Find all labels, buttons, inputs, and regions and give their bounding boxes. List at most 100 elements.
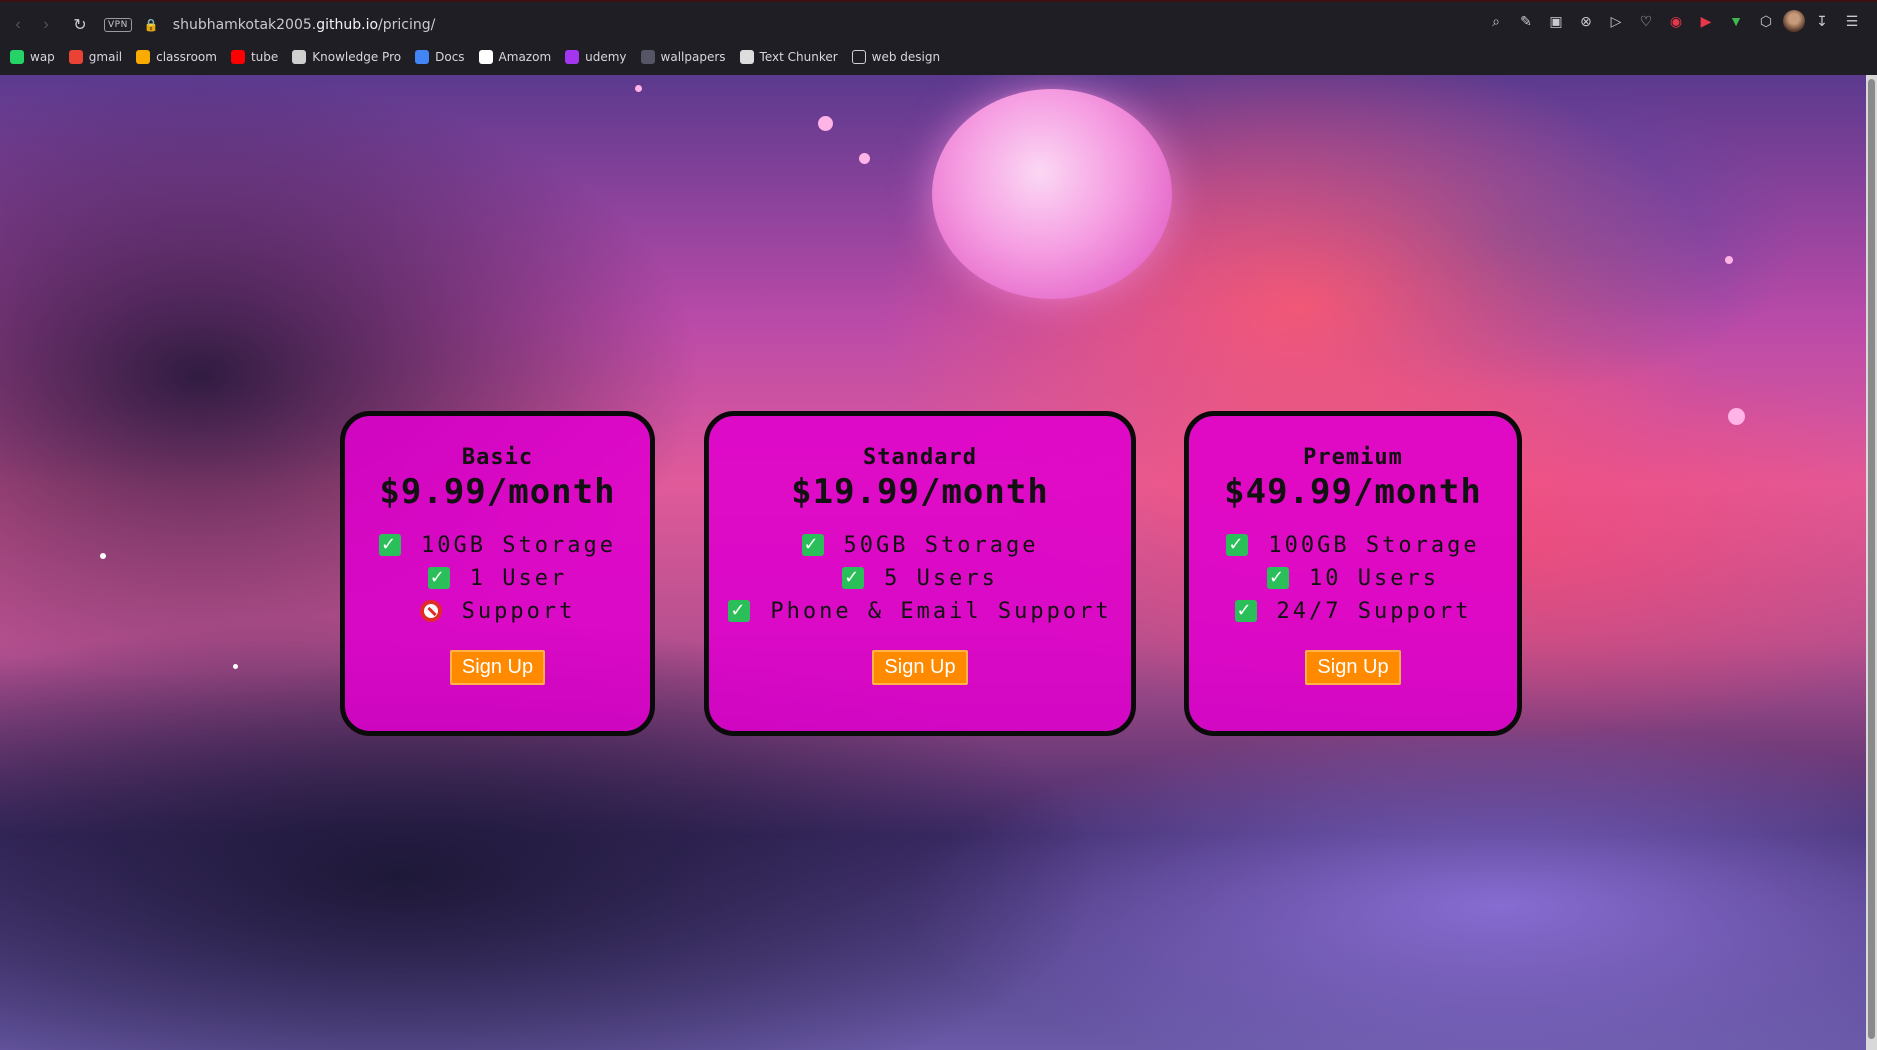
feature-item: Support: [419, 598, 576, 624]
plan-price: $9.99/month: [379, 472, 616, 512]
check-icon: ✓: [1226, 534, 1249, 556]
feature-item: ✓ 1 User: [427, 565, 568, 591]
gmail-icon: [68, 50, 83, 64]
feature-text: 10GB Storage: [421, 532, 616, 558]
bookmark-label: wallpapers: [660, 50, 726, 64]
url-path: /pricing/: [378, 17, 436, 33]
menu-icon[interactable]: ☰: [1839, 7, 1865, 35]
bookmark-label: Knowledge Pro: [312, 50, 402, 64]
feature-text: Support: [461, 598, 576, 624]
address-bar[interactable]: shubhamkotak2005.github.io/pricing/: [173, 17, 436, 33]
url-prefix: shubhamkotak2005.: [172, 17, 317, 33]
check-icon: ✓: [1267, 567, 1290, 589]
bookmark-item[interactable]: Knowledge Pro: [292, 50, 401, 64]
prohibited-icon: [419, 600, 442, 622]
feature-item: ✓ 10 Users: [1267, 565, 1439, 591]
bookmark-item[interactable]: classroom: [136, 50, 217, 64]
feature-item: ✓ Phone & Email Support: [728, 598, 1111, 624]
bookmark-item[interactable]: wallpapers: [640, 50, 726, 64]
bookmark-item[interactable]: udemy: [565, 50, 627, 64]
check-icon: ✓: [842, 567, 865, 589]
feature-item: ✓ 50GB Storage: [801, 532, 1039, 558]
scrollbar-thumb[interactable]: [1868, 79, 1875, 1039]
heart-icon[interactable]: ♡: [1633, 7, 1659, 35]
plan-name: Basic: [461, 445, 534, 470]
feature-item: ✓ 5 Users: [842, 565, 998, 591]
scrollbar[interactable]: [1866, 75, 1877, 1050]
whatsapp-icon: [10, 50, 24, 64]
bookmark-label: udemy: [585, 50, 627, 64]
bookmark-label: web design: [871, 50, 941, 64]
download-icon[interactable]: ↧: [1809, 7, 1835, 35]
feature-text: 50GB Storage: [843, 532, 1039, 558]
cube-icon[interactable]: ⬡: [1753, 7, 1779, 35]
udemy-icon: [565, 50, 580, 64]
back-icon[interactable]: ‹: [4, 11, 32, 39]
camera-icon[interactable]: ▣: [1543, 7, 1569, 35]
bookmark-label: tube: [250, 50, 279, 64]
star: [1725, 256, 1733, 264]
browser-chrome: ‹ › ↻ VPN 🔒 shubhamkotak2005.github.io/p…: [0, 0, 1877, 75]
bookmark-label: classroom: [156, 50, 217, 64]
shield-icon[interactable]: ▼: [1723, 7, 1749, 35]
send-icon[interactable]: ▷: [1603, 7, 1629, 35]
bookmark-item[interactable]: Text Chunker: [739, 50, 838, 64]
feature-item: ✓ 10GB Storage: [379, 532, 616, 558]
feature-text: 5 Users: [884, 565, 998, 591]
lock-icon[interactable]: 🔒: [144, 18, 159, 32]
amazon-icon: [478, 50, 493, 64]
star: [1728, 408, 1745, 425]
bookmark-item[interactable]: gmail: [68, 50, 122, 64]
zoom-icon[interactable]: ⌕: [1483, 7, 1509, 35]
feature-list: ✓ 10GB Storage ✓ 1 User Support: [379, 532, 616, 624]
pricing-page: Basic $9.99/month ✓ 10GB Storage ✓ 1 User …: [0, 75, 1866, 1050]
check-icon: ✓: [1234, 600, 1257, 622]
wallpapers-icon: [640, 50, 655, 64]
feature-text: 24/7 Support: [1276, 598, 1472, 624]
vpn-badge[interactable]: VPN: [104, 18, 132, 32]
toolbar-actions: ⌕ ✎ ▣ ⊗ ▷ ♡ ◉ ▶ ▼ ⬡ ↧ ☰: [1483, 7, 1865, 35]
classroom-icon: [136, 50, 151, 64]
feature-text: 10 Users: [1309, 565, 1439, 591]
close-circle-icon[interactable]: ⊗: [1573, 7, 1599, 35]
star: [233, 664, 238, 669]
reload-icon[interactable]: ↻: [66, 11, 94, 39]
pricing-card-basic: Basic $9.99/month ✓ 10GB Storage ✓ 1 User …: [340, 411, 655, 736]
url-host: github.io: [316, 17, 379, 33]
sign-up-button-premium[interactable]: Sign Up: [1305, 650, 1401, 685]
plan-name: Standard: [863, 445, 977, 470]
feature-text: 1 User: [469, 565, 568, 591]
pricing-card-premium: Premium $49.99/month ✓ 100GB Storage ✓ 10 …: [1184, 411, 1522, 736]
bookmark-item[interactable]: Amazom: [478, 50, 552, 64]
extension-red-icon[interactable]: ◉: [1663, 7, 1689, 35]
bookmark-label: Docs: [435, 50, 465, 64]
docs-icon: [415, 50, 430, 64]
folder-icon: [851, 50, 866, 64]
bookmark-label: Amazom: [498, 50, 552, 64]
sign-up-button-basic[interactable]: Sign Up: [449, 650, 546, 685]
bookmark-item[interactable]: tube: [230, 50, 279, 64]
check-icon: ✓: [801, 534, 824, 556]
check-icon: ✓: [728, 600, 751, 622]
sign-up-button-standard[interactable]: Sign Up: [872, 650, 968, 685]
moon-illustration: [932, 89, 1172, 299]
star: [859, 153, 870, 164]
bookmarks-bar: wap gmail classroom tube Knowledge Pro Docs Am…: [0, 46, 1877, 68]
feature-list: ✓ 100GB Storage ✓ 10 Users ✓ 24/7 Support: [1226, 532, 1479, 624]
forward-icon[interactable]: ›: [32, 11, 60, 39]
bookmark-item[interactable]: Docs: [415, 50, 465, 64]
bookmark-item[interactable]: wap: [10, 50, 55, 64]
feature-item: ✓ 24/7 Support: [1234, 598, 1472, 624]
record-icon[interactable]: ▶: [1693, 7, 1719, 35]
bookmark-label: Text Chunker: [759, 50, 838, 64]
plan-price: $49.99/month: [1224, 472, 1482, 512]
edit-icon[interactable]: ✎: [1513, 7, 1539, 35]
bookmark-label: wap: [30, 50, 55, 64]
check-icon: ✓: [427, 567, 450, 589]
youtube-icon: [230, 50, 245, 64]
star: [100, 553, 106, 559]
bookmark-item[interactable]: web design: [851, 50, 941, 64]
avatar[interactable]: [1783, 10, 1805, 32]
star: [635, 85, 642, 92]
feature-text: 100GB Storage: [1268, 532, 1480, 558]
